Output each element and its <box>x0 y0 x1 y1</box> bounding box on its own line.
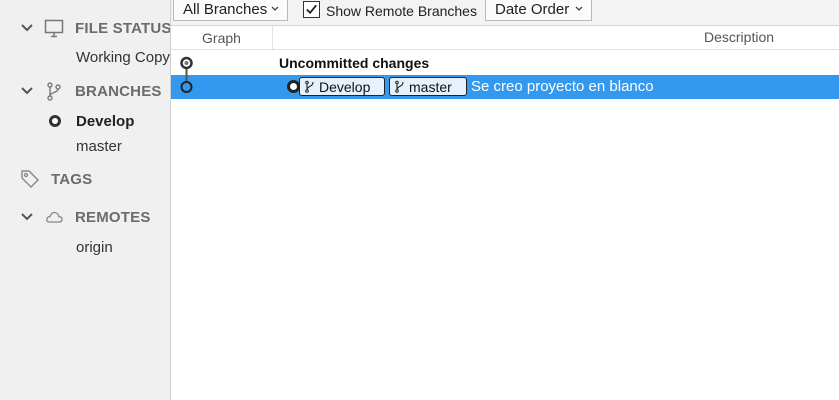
section-file-status[interactable]: FILE STATUS <box>0 15 171 41</box>
section-title-remotes: REMOTES <box>75 208 151 226</box>
branch-badge-develop[interactable]: Develop <box>299 77 385 96</box>
monitor-icon <box>44 19 64 38</box>
branch-filter-dropdown[interactable]: All Branches <box>173 0 288 21</box>
branch-badge-master[interactable]: master <box>389 77 467 96</box>
commit-row-selected[interactable]: Develop master Se creo proyecto en blanc… <box>171 75 839 99</box>
branch-filter-value: All Branches <box>183 0 268 18</box>
branch-badge-master-label: master <box>409 78 452 95</box>
chevron-down-icon[interactable] <box>20 84 34 98</box>
current-branch-indicator <box>49 115 61 127</box>
show-remote-label: Show Remote Branches <box>326 3 477 19</box>
branch-icon <box>395 80 404 93</box>
chevron-down-icon[interactable] <box>20 21 34 35</box>
toolbar: All Branches Show Remote Branches Date O… <box>171 0 839 26</box>
sidebar-item-origin[interactable]: origin <box>76 239 113 256</box>
sidebar-item-working-copy[interactable]: Working Copy <box>76 49 170 66</box>
column-header: Graph Description <box>171 26 839 50</box>
section-title-tags: TAGS <box>51 170 93 188</box>
commit-message: Se creo proyecto en blanco <box>471 78 654 95</box>
branch-icon <box>305 80 314 93</box>
graph-node-commit <box>180 81 193 93</box>
section-title-branches: BRANCHES <box>75 82 162 100</box>
cloud-icon <box>46 211 63 223</box>
sidebar-item-develop[interactable]: Develop <box>76 113 134 130</box>
chevron-down-icon <box>575 6 583 11</box>
order-dropdown[interactable]: Date Order <box>485 0 592 21</box>
uncommitted-label: Uncommitted changes <box>279 55 430 71</box>
column-graph[interactable]: Graph <box>171 26 273 50</box>
section-remotes[interactable]: REMOTES <box>0 204 170 230</box>
show-remote-checkbox[interactable] <box>303 0 320 18</box>
commit-graph <box>180 56 193 93</box>
branch-badge-develop-label: Develop <box>319 78 371 95</box>
show-remote-branches-toggle[interactable]: Show Remote Branches <box>303 0 477 22</box>
sidebar: FILE STATUS Working Copy BRANCHES Develo… <box>0 0 171 400</box>
branch-icon <box>47 82 61 101</box>
chevron-down-icon[interactable] <box>20 210 34 224</box>
commit-row-uncommitted[interactable]: Uncommitted changes <box>171 51 839 75</box>
section-tags[interactable]: TAGS <box>0 166 170 192</box>
tag-icon <box>21 170 39 188</box>
section-branches[interactable]: BRANCHES <box>0 78 170 104</box>
chevron-down-icon <box>271 6 279 11</box>
column-description[interactable]: Description <box>704 29 774 45</box>
checkmark-icon <box>306 4 317 14</box>
section-title-file-status: FILE STATUS <box>75 19 171 37</box>
order-value: Date Order <box>495 0 570 18</box>
sidebar-item-master[interactable]: master <box>76 138 122 155</box>
